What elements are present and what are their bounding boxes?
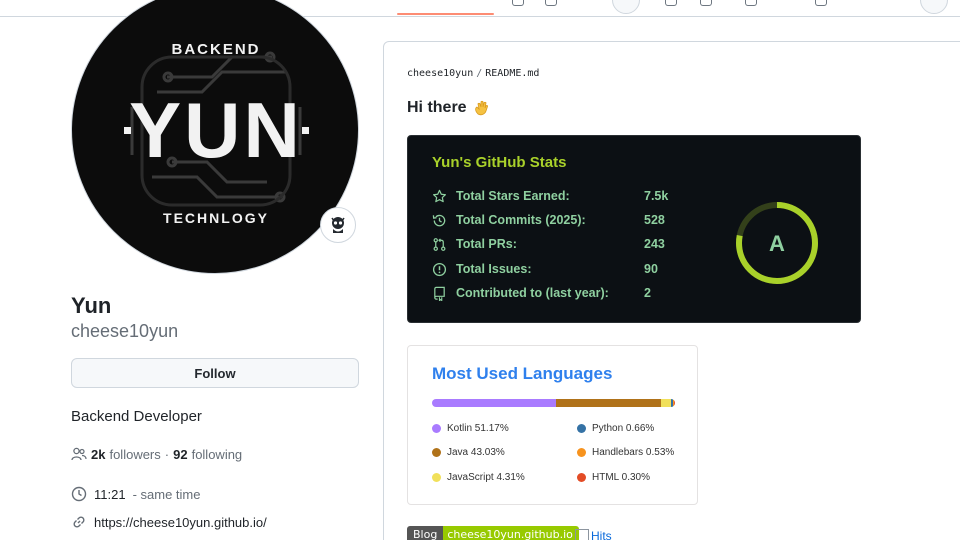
stat-value: 243 (644, 237, 665, 251)
readme-owner-link[interactable]: cheese10yun (407, 68, 473, 79)
language-bar-segment (556, 399, 661, 407)
stat-value: 90 (644, 262, 658, 276)
languages-bar (432, 399, 675, 407)
tab-icon (745, 0, 757, 6)
local-time-suffix: - same time (132, 486, 201, 502)
readme-path-separator: / (476, 68, 483, 79)
followers-label: followers (109, 446, 161, 462)
language-label: Handlebars 0.53% (592, 447, 675, 458)
rank-letter: A (769, 231, 785, 256)
stat-row-stars: Total Stars Earned: 7.5k (432, 187, 702, 205)
website-link[interactable]: https://cheese10yun.github.io/ (94, 515, 267, 530)
language-item: Python 0.66% (577, 423, 654, 434)
stat-label: Total Stars Earned: (456, 189, 570, 203)
local-time-value: 11:21 (94, 486, 126, 502)
tab-icon (545, 0, 557, 6)
language-item: Kotlin 51.17% (432, 423, 509, 434)
readme-greeting: Hi there (407, 99, 491, 117)
tab-icon (815, 0, 827, 6)
avatar-main-text: YUN (129, 86, 303, 174)
language-color-dot (577, 473, 586, 482)
broken-image-icon (575, 529, 589, 540)
stat-row-prs: Total PRs: 243 (432, 235, 702, 253)
stat-label: Total Issues: (456, 262, 532, 276)
stat-label: Contributed to (last year): (456, 286, 609, 300)
tab-icon (665, 0, 677, 6)
language-bar-segment (432, 399, 557, 407)
tab-icon (512, 0, 524, 6)
website: https://cheese10yun.github.io/ (71, 514, 267, 530)
top-languages-card[interactable]: Most Used Languages Kotlin 51.17% Java 4… (407, 345, 698, 505)
stat-label: Total Commits (2025): (456, 213, 586, 227)
user-avatar-icon[interactable] (920, 0, 948, 14)
profile-avatar[interactable]: BACKEND YUN TECHNLOGY (71, 0, 359, 274)
avatar-bottom-text: TECHNLOGY (163, 210, 269, 226)
stat-row-commits: Total Commits (2025): 528 (432, 211, 702, 229)
languages-title: Most Used Languages (432, 364, 613, 383)
repo-icon (434, 286, 445, 301)
local-time: 11:21 - same time (71, 486, 200, 502)
stat-value: 2 (644, 286, 651, 300)
following-count: 92 (173, 446, 188, 462)
followers-count: 2k (91, 446, 106, 462)
language-label: Python 0.66% (592, 423, 655, 434)
blog-badge-label: Blog (407, 526, 444, 540)
stat-label: Total PRs: (456, 237, 517, 251)
language-item: Handlebars 0.53% (577, 447, 674, 458)
tab-icon[interactable] (612, 0, 640, 14)
github-stats-card[interactable]: Yun's GitHub Stats Total Stars Earned: 7… (407, 135, 861, 323)
followers-link[interactable]: 2k followers (91, 447, 161, 462)
follow-button[interactable]: Follow (71, 358, 359, 388)
avatar-top-text: BACKEND (172, 41, 261, 58)
stat-value: 7.5k (644, 189, 669, 203)
language-bar-segment (674, 399, 675, 407)
hits-badge[interactable]: Hits (575, 529, 612, 540)
following-link[interactable]: 92 following (173, 447, 242, 462)
stat-value: 528 (644, 213, 665, 227)
active-tab-indicator (397, 13, 494, 15)
link-icon (73, 516, 85, 528)
status-button[interactable] (320, 207, 356, 243)
follow-separator: · (164, 446, 170, 462)
waving-hand-icon (474, 100, 488, 116)
stat-row-issues: Total Issues: 90 (432, 260, 702, 278)
greeting-text: Hi there (407, 99, 467, 116)
clock-icon (71, 486, 87, 502)
blog-badge-value: cheese10yun.github.io (443, 526, 579, 540)
profile-login: cheese10yun (71, 321, 179, 341)
tab-icon (700, 0, 712, 6)
hits-alt-text: Hits (591, 529, 612, 540)
people-icon (71, 447, 87, 461)
avatar-logo: BACKEND YUN TECHNLOGY (124, 41, 309, 226)
language-color-dot (432, 424, 441, 433)
rank-ring: A (736, 202, 818, 284)
profile-display-name: Yun (71, 293, 112, 318)
language-label: Java 43.03% (447, 447, 505, 458)
language-label: HTML 0.30% (592, 472, 650, 483)
profile-bio: Backend Developer (71, 408, 202, 425)
stats-title: Yun's GitHub Stats (432, 154, 567, 171)
language-item: HTML 0.30% (577, 472, 650, 483)
stat-row-contributed: Contributed to (last year): 2 (432, 284, 702, 302)
language-color-dot (577, 448, 586, 457)
history-icon (432, 214, 446, 226)
following-label: following (191, 446, 243, 462)
language-color-dot (432, 473, 441, 482)
pull-request-icon (433, 237, 446, 251)
octocat-icon (331, 217, 345, 233)
readme-path: cheese10yun / README.md (407, 68, 539, 79)
language-label: Kotlin 51.17% (447, 423, 509, 434)
language-item: Java 43.03% (432, 447, 505, 458)
follow-stats: 2k followers · 92 following (71, 446, 242, 462)
blog-badge[interactable]: Blog cheese10yun.github.io (407, 526, 579, 540)
readme-file-link[interactable]: README.md (485, 68, 539, 79)
language-label: JavaScript 4.31% (447, 472, 525, 483)
issue-icon (432, 262, 447, 276)
language-bar-segment (660, 399, 672, 407)
star-icon (432, 189, 447, 202)
language-item: JavaScript 4.31% (432, 472, 525, 483)
language-color-dot (432, 448, 441, 457)
language-color-dot (577, 424, 586, 433)
